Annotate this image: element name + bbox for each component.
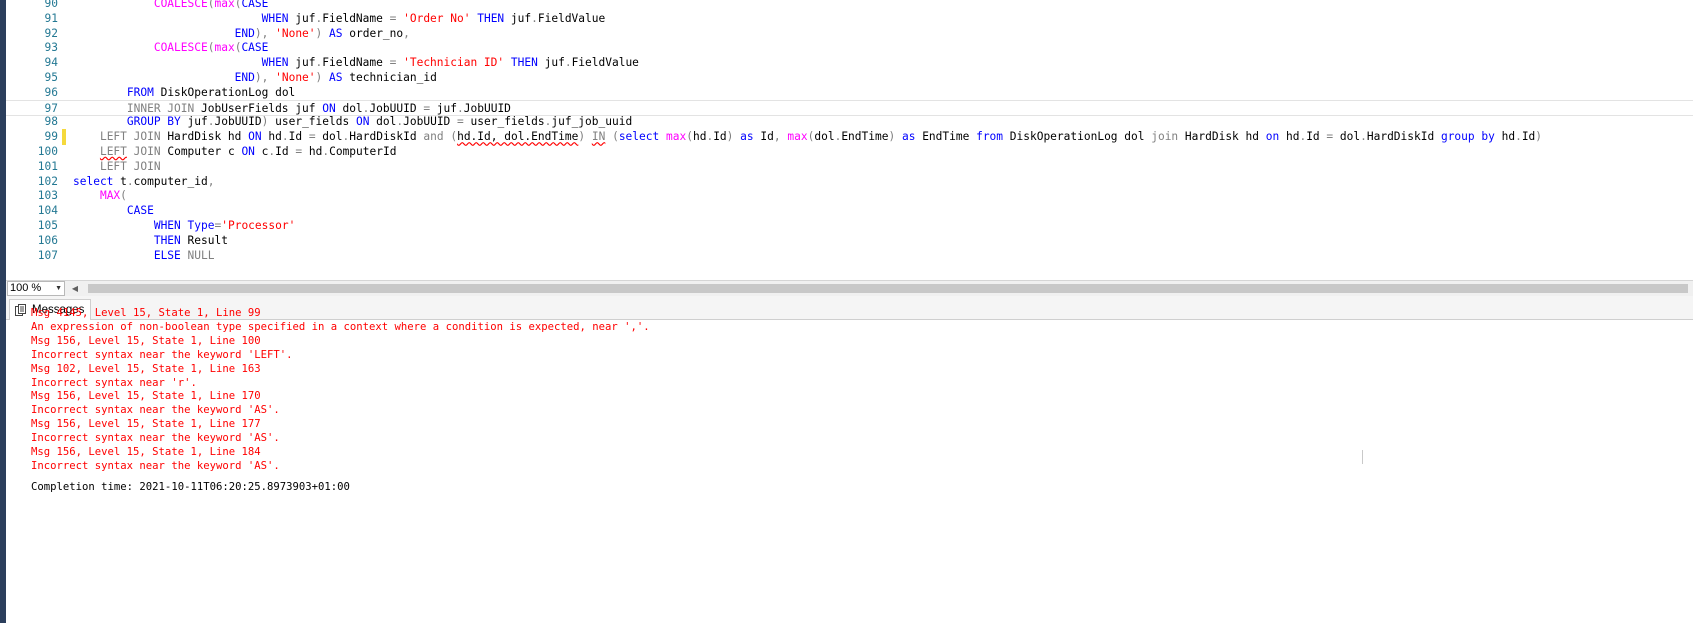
code-line[interactable]: 107 ELSE NULL — [6, 248, 1693, 264]
line-number: 95 — [44, 71, 58, 84]
code-text: LEFT JOIN Computer c ON c.Id = hd.Comput… — [99, 145, 397, 158]
error-message-line: Msg 102, Level 15, State 1, Line 163 — [31, 362, 261, 375]
line-number: 100 — [37, 145, 58, 158]
code-text: COALESCE(max(CASE — [153, 41, 269, 55]
code-text: ELSE NULL — [153, 248, 215, 262]
editor-status-bar: 100 % ▼ ◀ — [6, 280, 1693, 296]
code-line[interactable]: 104 CASE — [6, 203, 1693, 219]
messages-pane[interactable]: Msg 4145, Level 15, State 1, Line 99 An e… — [6, 307, 1693, 623]
code-line[interactable]: 100 LEFT JOIN Computer c ON c.Id = hd.Co… — [6, 144, 1693, 160]
code-line[interactable]: 97 INNER JOIN JobUserFields juf ON dol.J… — [6, 99, 1693, 116]
sql-editor[interactable]: 90 COALESCE(max(CASE 91 WHEN juf.FieldNam… — [6, 0, 1693, 280]
error-message-line: Msg 156, Level 15, State 1, Line 184 — [31, 446, 261, 458]
error-message-line: Incorrect syntax near 'r'. — [31, 376, 197, 389]
code-line[interactable]: 92 END), 'None') AS order_no, — [6, 26, 1693, 42]
error-message-line: Incorrect syntax near the keyword 'AS'. — [31, 432, 280, 445]
line-number: 103 — [37, 189, 58, 203]
line-number: 105 — [37, 219, 58, 232]
line-number: 94 — [44, 56, 58, 70]
messages-icon — [15, 304, 26, 316]
code-line[interactable]: 106 THEN Result — [6, 233, 1693, 249]
error-message-line: Incorrect syntax near the keyword 'AS'. — [31, 404, 280, 417]
code-text: WHEN juf.FieldName = 'Order No' THEN juf… — [261, 11, 606, 25]
code-line[interactable]: 95 END), 'None') AS technician_id — [6, 70, 1693, 86]
code-line[interactable]: 94 WHEN juf.FieldName = 'Technician ID' … — [6, 55, 1693, 71]
error-message-line: Msg 4145, Level 15, State 1, Line 99 — [31, 307, 261, 319]
text-cursor — [1362, 450, 1363, 464]
code-text: MAX( — [99, 189, 127, 203]
code-line[interactable]: 105 WHEN Type='Processor' — [6, 218, 1693, 234]
horizontal-scrollbar-thumb[interactable] — [88, 284, 1688, 293]
error-message-line: Msg 156, Level 15, State 1, Line 177 — [31, 418, 261, 431]
code-text: GROUP BY juf.JobUUID) user_fields ON dol… — [126, 115, 633, 129]
scroll-left-icon[interactable]: ◀ — [70, 283, 80, 294]
code-line[interactable]: 102 select t.computer_id, — [6, 174, 1693, 190]
code-text: select t.computer_id, — [73, 174, 215, 188]
code-line[interactable]: 93 COALESCE(max(CASE — [6, 40, 1693, 56]
code-line[interactable]: 99 LEFT JOIN HardDisk hd ON hd.Id = dol.… — [6, 129, 1693, 146]
code-line[interactable]: 103 MAX( — [6, 188, 1693, 204]
line-number: 106 — [37, 233, 58, 247]
code-text: CASE — [126, 204, 154, 218]
error-message-line: Incorrect syntax near the keyword 'AS'. — [31, 459, 280, 472]
chevron-down-icon: ▼ — [55, 285, 62, 292]
line-number: 102 — [37, 174, 58, 188]
line-number: 104 — [37, 204, 58, 218]
zoom-value: 100 % — [10, 282, 42, 294]
code-text: END), 'None') AS technician_id — [234, 71, 437, 84]
line-number: 92 — [44, 26, 58, 40]
code-line[interactable]: 98 GROUP BY juf.JobUUID) user_fields ON … — [6, 114, 1693, 130]
line-number: 99 — [44, 130, 58, 144]
line-number: 101 — [37, 159, 58, 173]
line-number: 98 — [44, 115, 58, 129]
code-line[interactable]: 96 FROM DiskOperationLog dol — [6, 85, 1693, 101]
code-text: THEN Result — [153, 233, 228, 247]
line-number: 91 — [44, 11, 58, 25]
zoom-dropdown[interactable]: 100 % ▼ — [7, 281, 65, 296]
line-number: 96 — [44, 85, 58, 99]
error-message-line: Incorrect syntax near the keyword 'LEFT'… — [31, 348, 293, 361]
code-text: LEFT JOIN HardDisk hd ON hd.Id = dol.Har… — [99, 130, 1543, 144]
horizontal-scrollbar[interactable] — [88, 284, 1688, 293]
line-number: 93 — [44, 41, 58, 55]
error-message-line: Msg 156, Level 15, State 1, Line 170 — [31, 390, 261, 403]
code-text: WHEN Type='Processor' — [153, 219, 296, 232]
code-line[interactable]: 101 LEFT JOIN — [6, 159, 1693, 175]
code-text: FROM DiskOperationLog dol — [126, 85, 296, 99]
completion-time: Completion time: 2021-10-11T06:20:25.897… — [31, 481, 350, 493]
code-text: LEFT JOIN — [99, 159, 161, 173]
error-message-line: An expression of non-boolean type specif… — [31, 320, 650, 333]
error-message-line: Msg 156, Level 15, State 1, Line 100 — [31, 334, 261, 347]
code-text: WHEN juf.FieldName = 'Technician ID' THE… — [261, 56, 639, 70]
line-number: 107 — [37, 248, 58, 262]
code-text: END), 'None') AS order_no, — [234, 26, 410, 40]
change-marker — [62, 129, 66, 146]
code-line[interactable]: 91 WHEN juf.FieldName = 'Order No' THEN … — [6, 11, 1693, 27]
